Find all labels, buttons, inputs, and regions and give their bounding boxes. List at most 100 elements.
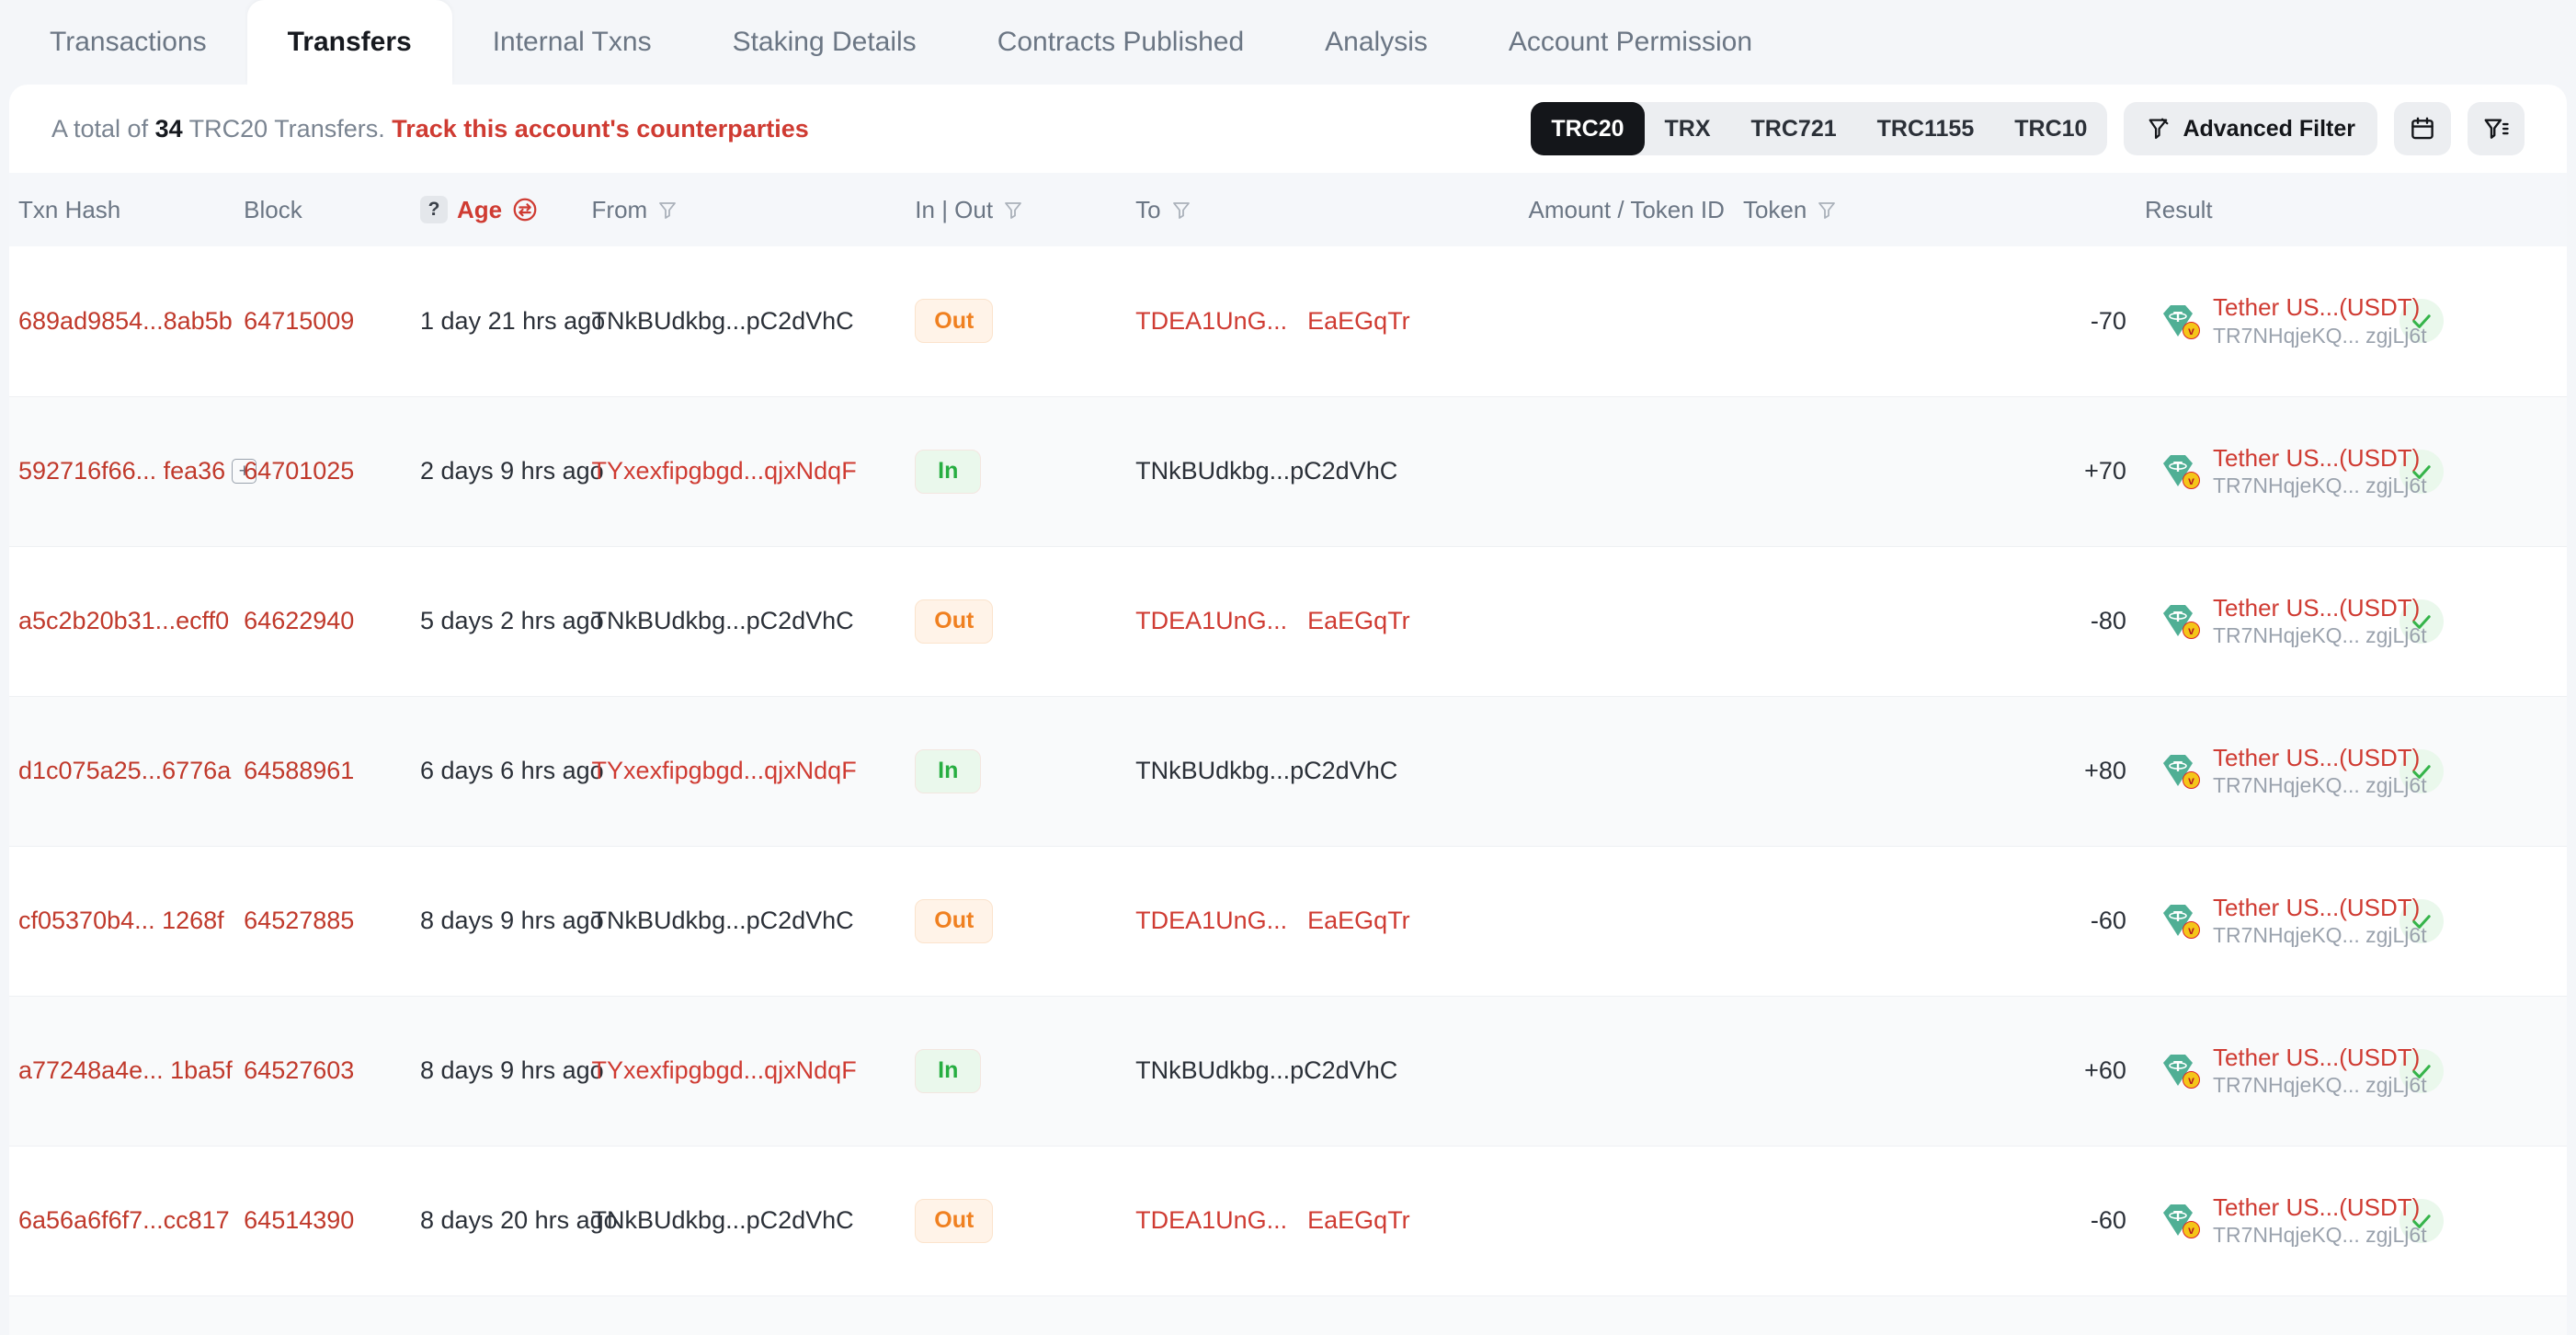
txn-hash-link[interactable]: a5c2b20b31...ecff0	[18, 607, 229, 634]
column-header-from: From	[583, 173, 906, 246]
block-link[interactable]: 64715009	[244, 307, 354, 335]
token-type-trc721[interactable]: TRC721	[1731, 102, 1857, 155]
cell-block: 64527885	[234, 846, 411, 996]
cell-from: TNkBUdkbg...pC2dVhC	[583, 546, 906, 696]
cell-amount: -60	[2090, 1206, 2126, 1234]
tab-internal-txns[interactable]: Internal Txns	[452, 0, 692, 85]
txn-hash-link[interactable]: d1c075a25...6776a	[18, 757, 231, 784]
tab-analysis[interactable]: Analysis	[1284, 0, 1468, 85]
cell-amount: -70	[2090, 306, 2126, 335]
to-address-link[interactable]: TDEA1UnG...	[1135, 607, 1287, 635]
from-address: TNkBUdkbg...pC2dVhC	[591, 1206, 854, 1234]
table-row[interactable]: 592716f66... fea36 +64701025 2 days 9 hrs …	[9, 396, 2567, 546]
tether-token-icon: Tv	[2158, 301, 2200, 341]
to-address-link[interactable]: TDEA1UnG...	[1135, 907, 1287, 935]
token-name-link[interactable]: Tether US...(USDT)	[2213, 594, 2427, 622]
column-filter-button[interactable]	[2468, 102, 2525, 155]
from-address-link[interactable]: TYxexfipgbgd...qjxNdqF	[592, 457, 857, 485]
cell-txn-hash: d1c075a25...6776a	[9, 696, 234, 846]
column-header-to: To	[1126, 173, 1341, 246]
token-type-trc1155[interactable]: TRC1155	[1857, 102, 1995, 155]
token-type-trx[interactable]: TRX	[1645, 102, 1731, 155]
column-filter-icon[interactable]	[1002, 199, 1024, 221]
table-row[interactable]: cf05370b4... 1268f 64527885 8 days 9 hrs a…	[9, 846, 2567, 996]
account-tabs: Transactions Transfers Internal Txns Stakin…	[0, 0, 2576, 85]
token-contract-address: TR7NHqjeKQ... zgjLj6t	[2212, 623, 2427, 648]
from-address-link[interactable]: TYxexfipgbgd...qjxNdqF	[592, 757, 857, 784]
to-address-link[interactable]: TDEA1UnG...	[1135, 307, 1287, 336]
token-name-link[interactable]: Tether US...(USDT)	[2213, 1193, 2427, 1221]
to-address-link[interactable]: TDEA1UnG...	[1135, 1206, 1287, 1235]
from-address: TNkBUdkbg...pC2dVhC	[591, 607, 854, 634]
column-header-label: In | Out	[915, 195, 994, 223]
to-address-tag[interactable]: EaEGqTr	[1307, 607, 1410, 635]
cell-to: TDEA1UnG... EaEGqTr	[1126, 846, 1734, 996]
token-type-trc10[interactable]: TRC10	[1994, 102, 2107, 155]
advanced-filter-button[interactable]: Advanced Filter	[2124, 102, 2377, 155]
txn-hash-link[interactable]: cf05370b4... 1268f	[18, 907, 224, 934]
block-link[interactable]: 64701025	[244, 457, 354, 485]
token-name-link[interactable]: Tether US...(USDT)	[2213, 1044, 2427, 1071]
filter-list-icon	[2482, 115, 2510, 143]
table-row[interactable]: 6a56a6f6f7...cc817 64514390 8 days 20 hrs …	[9, 1146, 2567, 1295]
summary-prefix: A total of	[51, 114, 149, 143]
to-address-tag[interactable]: EaEGqTr	[1307, 307, 1410, 336]
track-counterparties-link[interactable]: Track this account's counterparties	[392, 115, 809, 143]
column-filter-icon[interactable]	[1816, 199, 1838, 221]
age-sort-toggle-icon[interactable]	[511, 196, 539, 223]
block-link[interactable]: 64588961	[244, 757, 354, 784]
cell-block: 64588961	[234, 696, 411, 846]
date-range-button[interactable]	[2394, 102, 2451, 155]
block-link[interactable]: 64622940	[244, 607, 354, 634]
token-name-link[interactable]: Tether US...(USDT)	[2213, 444, 2427, 472]
direction-badge-out: Out	[915, 299, 994, 344]
token-name-link[interactable]: Tether US...(USDT)	[2213, 294, 2427, 321]
txn-hash-link[interactable]: a77248a4e... 1ba5f	[18, 1056, 233, 1084]
cell-block: 64468440	[234, 1295, 411, 1335]
table-row[interactable]: 74fc846ca2...6f8a16446844010 days 11 hrs…	[9, 1295, 2567, 1335]
column-header-label: Token	[1742, 195, 1807, 223]
cell-token: TvTether US...(USDT)TR7NHqjeKQ... zgjLj6…	[2136, 846, 2427, 996]
tab-staking-details[interactable]: Staking Details	[692, 0, 957, 85]
token-type-trc20[interactable]: TRC20	[1531, 102, 1645, 155]
tab-account-permission[interactable]: Account Permission	[1468, 0, 1793, 85]
cell-token: TvTether US...(USDT)TR7NHqjeKQ... zgjLj6…	[2136, 546, 2427, 696]
transfers-toolbar: A total of 34 TRC20 Transfers. Track thi…	[9, 85, 2567, 173]
block-link[interactable]: 64514390	[244, 1206, 354, 1234]
txn-hash-link[interactable]: 689ad9854...8ab5b	[18, 307, 233, 335]
tab-transfers[interactable]: Transfers	[246, 0, 452, 85]
svg-text:T: T	[2173, 759, 2183, 775]
table-header-row: Txn Hash Block? Age From In | Out To Amount / …	[9, 173, 2567, 246]
cell-age: 1 day 21 hrs ago	[420, 306, 606, 335]
to-address-tag[interactable]: EaEGqTr	[1307, 907, 1410, 935]
cell-to: TNkBUdkbg...pC2dVhC	[1126, 396, 1734, 546]
table-body: 689ad9854...8ab5b 64715009 1 day 21 hrs ag…	[9, 246, 2567, 1335]
cell-age: 8 days 20 hrs ago	[420, 1206, 618, 1234]
block-link[interactable]: 64527885	[244, 907, 354, 934]
column-header-label: Amount / Token ID	[1528, 195, 1725, 223]
age-help-icon[interactable]: ?	[420, 196, 449, 223]
from-address-link[interactable]: TYxexfipgbgd...qjxNdqF	[592, 1056, 857, 1084]
column-filter-icon[interactable]	[656, 199, 678, 221]
txn-hash-link[interactable]: 6a56a6f6f7...cc817	[18, 1206, 230, 1234]
toolbar-controls: TRC20 TRX TRC721 TRC1155 TRC10 Advanced Filt…	[1531, 102, 2525, 155]
table-row[interactable]: a5c2b20b31...ecff0 64622940 5 days 2 hrs a…	[9, 546, 2567, 696]
table-row[interactable]: d1c075a25...6776a 64588961 6 days 6 hrs ag…	[9, 696, 2567, 846]
cell-token: TvTether US...(USDT)TR7NHqjeKQ... zgjLj6…	[2136, 1295, 2390, 1335]
token-name-link[interactable]: Tether US...(USDT)	[2213, 744, 2427, 771]
token-name-link[interactable]: Tether US...(USDT)	[2213, 894, 2427, 921]
tab-contracts-published[interactable]: Contracts Published	[957, 0, 1284, 85]
txn-hash-link[interactable]: 592716f66... fea36	[18, 457, 225, 485]
svg-text:T: T	[2173, 1209, 2183, 1225]
to-address-tag[interactable]: EaEGqTr	[1307, 1206, 1410, 1235]
cell-result	[2390, 1295, 2567, 1335]
tab-transactions[interactable]: Transactions	[9, 0, 247, 85]
token-type-segmented-control[interactable]: TRC20 TRX TRC721 TRC1155 TRC10	[1531, 102, 2108, 155]
table-row[interactable]: a77248a4e... 1ba5f 64527603 8 days 9 hrs a…	[9, 996, 2567, 1146]
block-link[interactable]: 64527603	[244, 1056, 354, 1084]
cell-txn-hash: a5c2b20b31...ecff0	[9, 546, 234, 696]
column-header-result: Result	[2136, 173, 2390, 246]
token-contract-address: TR7NHqjeKQ... zgjLj6t	[2212, 923, 2427, 948]
table-row[interactable]: 689ad9854...8ab5b 64715009 1 day 21 hrs ag…	[9, 246, 2567, 396]
column-filter-icon[interactable]	[1170, 199, 1192, 221]
